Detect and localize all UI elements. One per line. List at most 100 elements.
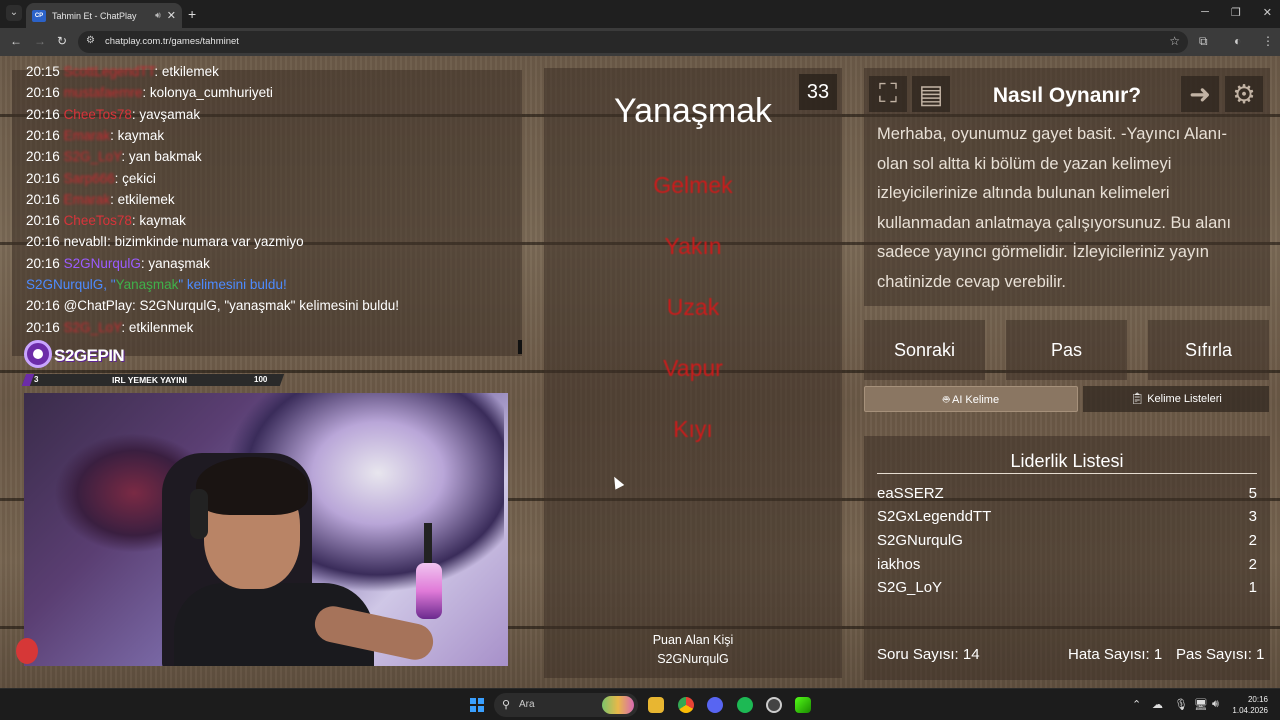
site-info-icon[interactable]: ⚙︎ — [86, 35, 95, 46]
file-explorer-icon[interactable] — [648, 697, 664, 713]
tray-app-icon[interactable]: ☁ — [1152, 698, 1163, 711]
channel-logo-text: S2GEPIN — [54, 346, 125, 365]
chat-text: : yavşamak — [131, 106, 201, 122]
main-word: Yanaşmak — [613, 92, 773, 130]
forward-icon[interactable]: → — [34, 34, 46, 48]
minimize-icon[interactable]: ─ — [1201, 6, 1209, 19]
back-icon[interactable]: ← — [10, 34, 22, 48]
tab-ai-word[interactable]: 🤖︎ AI Kelime — [864, 386, 1078, 412]
chat-text: : etkilenmek — [121, 319, 194, 335]
next-button[interactable]: Sonraki — [864, 320, 985, 380]
spotify-icon[interactable] — [737, 697, 753, 713]
chat-timestamp: 20:16 — [26, 213, 60, 229]
reload-icon[interactable]: ↻ — [57, 34, 67, 48]
obs-icon[interactable] — [766, 697, 782, 713]
chat-timestamp: 20:16 — [26, 255, 60, 271]
goal-label: IRL YEMEK YAYINI — [112, 375, 187, 385]
tab-close-icon[interactable]: ✕ — [167, 9, 176, 22]
browser-menu-icon[interactable]: ⋮ — [1262, 34, 1274, 48]
chrome-icon[interactable] — [678, 697, 694, 713]
chat-username: S2G_LoY — [63, 149, 122, 165]
chat-timestamp: 20:16 — [26, 234, 60, 250]
tab-search-button[interactable]: ⌄ — [6, 5, 22, 21]
leaderboard-title: Liderlik Listesi — [1010, 451, 1124, 471]
windows-taskbar: ⚲ Ara ⌃ ☁ 🎙︎ 🖥︎ 🔊︎ 20:16 1.04.2026 — [0, 688, 1280, 720]
notice-suffix: " kelimesini buldu! — [178, 277, 287, 292]
leaderboard-row: S2GxLegenddTT 3 — [877, 508, 1257, 525]
chat-username: CheeTos78 — [63, 213, 132, 229]
profile-avatar-icon[interactable]: ◐ — [1234, 34, 1241, 48]
chat-text: : kaymak — [131, 213, 186, 229]
chat-timestamp: 20:16 — [26, 170, 60, 186]
new-tab-button[interactable]: + — [188, 6, 196, 22]
extensions-icon[interactable]: ⧉ — [1199, 34, 1208, 49]
leaderboard-name: iakhos — [877, 556, 921, 573]
pass-button[interactable]: Pas — [1006, 320, 1127, 380]
tab-word-lists-label: Kelime Listeleri — [1147, 393, 1222, 405]
leaderboard-score: 5 — [1248, 485, 1257, 502]
chat-username: Emarak — [63, 127, 111, 143]
network-icon[interactable]: 🖥︎ — [1194, 698, 1208, 711]
leaderboard-score: 2 — [1248, 556, 1257, 573]
chat-message: 20:16 S2G_LoY: etkilenmek — [26, 320, 193, 335]
chat-notice: S2GNurqulG, "Yanaşmak" kelimesini buldu! — [26, 277, 287, 292]
chat-message: 20:15 ScottLegendTT: etkilemek — [26, 64, 219, 79]
volume-icon[interactable]: 🔊︎ — [1212, 698, 1219, 711]
start-menu-icon[interactable] — [470, 698, 484, 712]
microphone-icon[interactable]: 🎙︎ — [1174, 698, 1188, 711]
webcam-mic-stand — [424, 523, 432, 567]
address-bar[interactable]: ⚙︎ chatplay.com.tr/games/tahminet ☆ — [78, 31, 1188, 53]
chat-timestamp: 20:16 — [26, 298, 60, 314]
search-highlight-art — [602, 696, 634, 714]
kick-icon[interactable] — [795, 697, 811, 713]
chat-timestamp: 20:16 — [26, 127, 60, 143]
notice-prefix: S2GNurqulG, " — [26, 277, 116, 292]
taskbar-clock[interactable]: 20:16 1.04.2026 — [1232, 694, 1268, 716]
clipboard-icon: 📋︎ — [1130, 393, 1148, 405]
chat-timestamp: 20:15 — [26, 64, 60, 79]
chat-message: 20:16 mustafaemre: kolonya_cumhuriyeti — [26, 85, 273, 100]
chat-message: 20:16 Sarp666: çekici — [26, 171, 156, 186]
clock-date: 1.04.2026 — [1232, 706, 1268, 715]
chat-text: : yanaşmak — [140, 255, 210, 271]
chat-text: : çekici — [114, 170, 156, 186]
ai-robot-icon: 🤖︎ — [942, 394, 952, 406]
chat-text: : etkilemek — [110, 191, 175, 207]
chat-username: S2GNurqulG — [63, 255, 141, 271]
leaderboard-row: eaSSERZ 5 — [877, 485, 1257, 502]
chat-timestamp: 20:16 — [26, 319, 60, 335]
tray-overflow-icon[interactable]: ⌃ — [1132, 698, 1141, 711]
leaderboard-name: S2GNurqulG — [877, 532, 963, 549]
chat-message: 20:16 @ChatPlay: S2GNurqulG, "yanaşmak" … — [26, 298, 399, 313]
chat-text: : bizimkinde numara var yazmiyo — [107, 234, 304, 250]
chat-scrollbar[interactable] — [518, 340, 522, 354]
search-icon: ⚲ — [502, 699, 511, 711]
restore-icon[interactable]: ❐ — [1231, 6, 1241, 19]
chat-message: 20:16 nevablI: bizimkinde numara var yaz… — [26, 234, 304, 249]
chat-text: : kolonya_cumhuriyeti — [142, 85, 273, 101]
chat-timestamp: 20:16 — [26, 191, 60, 207]
chat-text: : yan bakmak — [121, 149, 202, 165]
browser-tab-active[interactable]: CP Tahmin Et - ChatPlay 🔊︎ ✕ — [26, 3, 182, 28]
leaderboard-name: S2G_LoY — [877, 579, 943, 596]
taskbar-search[interactable]: ⚲ Ara — [494, 693, 638, 717]
recording-indicator — [16, 638, 38, 664]
bookmark-star-icon[interactable]: ☆ — [1169, 34, 1180, 48]
leaderboard-score: 2 — [1248, 532, 1257, 549]
webcam-microphone — [416, 563, 442, 619]
chat-username: nevablI — [63, 234, 108, 250]
webcam-headset — [190, 489, 208, 539]
leaderboard-row: S2GNurqulG 2 — [877, 532, 1257, 549]
tab-word-lists[interactable]: 📋︎ Kelime Listeleri — [1083, 386, 1269, 412]
scorer-label: Puan Alan Kişi — [652, 633, 734, 647]
discord-icon[interactable] — [707, 697, 723, 713]
browser-toolbar: ← → ↻ ⚙︎ chatplay.com.tr/games/tahminet … — [0, 28, 1280, 56]
chat-message: 20:16 CheeTos78: yavşamak — [26, 107, 200, 122]
chat-message: 20:16 CheeTos78: kaymak — [26, 213, 186, 228]
tab-audio-icon[interactable]: 🔊︎ — [155, 10, 161, 21]
chat-message: 20:16 S2GNurqulG: yanaşmak — [26, 256, 210, 271]
close-window-icon[interactable]: ✕ — [1263, 6, 1272, 19]
error-count: Hata Sayısı: 1 — [1068, 646, 1163, 663]
reset-button[interactable]: Sıfırla — [1148, 320, 1269, 380]
clock-time: 20:16 — [1247, 695, 1268, 704]
